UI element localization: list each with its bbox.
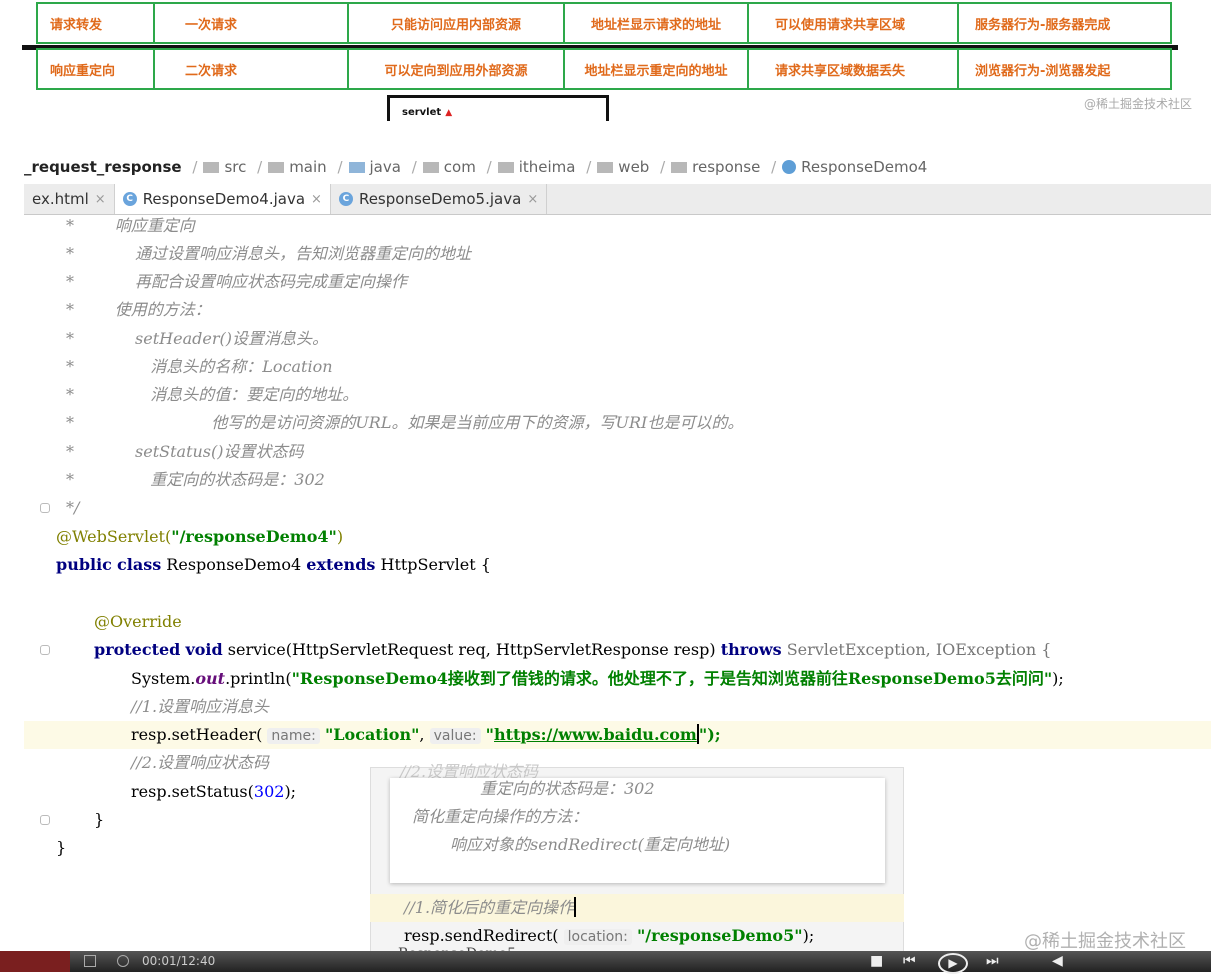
code-line: System.out.println("ResponseDemo4接收到了借钱的… — [131, 669, 1064, 688]
param-hint: value: — [429, 728, 481, 744]
breadcrumb-item[interactable]: web — [618, 158, 649, 176]
fold-icon[interactable] — [40, 645, 50, 655]
table-cell: 可以定向到应用外部资源 — [347, 48, 565, 90]
playlist-icon[interactable] — [84, 955, 96, 967]
prev-icon[interactable]: ⏮ — [903, 953, 916, 969]
code-line: * 通过设置响应消息头，告知浏览器重定向的地址 — [66, 244, 472, 263]
fold-icon[interactable] — [40, 815, 50, 825]
package-icon — [597, 162, 614, 173]
table-cell: 地址栏显示重定向的地址 — [563, 48, 749, 90]
volume-icon[interactable]: ◀ — [1052, 953, 1063, 969]
table-cell: 可以使用请求共享区域 — [747, 2, 959, 44]
code-line: * 他写的是访问资源的URL。如果是当前应用下的资源，写URI也是可以的。 — [66, 413, 744, 432]
folder-icon — [203, 162, 220, 173]
package-icon — [671, 162, 688, 173]
breadcrumb-item[interactable]: response — [692, 158, 760, 176]
table-cell: 服务器行为-服务器完成 — [957, 2, 1172, 44]
tab-index-html[interactable]: ex.html × — [24, 184, 115, 214]
close-icon[interactable]: × — [311, 192, 322, 207]
breadcrumb-item[interactable]: ResponseDemo4 — [801, 158, 927, 176]
tab-responsedemo5[interactable]: C ResponseDemo5.java × — [331, 184, 548, 214]
folder-icon — [348, 162, 365, 173]
watermark-top: @稀土掘金技术社区 — [1084, 97, 1193, 111]
tab-label: ex.html — [32, 190, 89, 208]
loop-icon[interactable] — [117, 955, 129, 967]
breadcrumb: _request_response / src / main / java / com … — [24, 158, 928, 176]
next-icon[interactable]: ⏭ — [986, 953, 999, 969]
table-cell: 二次请求 — [153, 48, 349, 90]
overlay-comment: 重定向的状态码是：302 — [480, 779, 655, 798]
text-cursor — [574, 897, 577, 917]
tab-label: ResponseDemo4.java — [142, 190, 306, 208]
code-line: * 响应重定向 — [66, 216, 195, 235]
overlay-comment: 简化重定向操作的方法： — [412, 807, 589, 826]
folder-icon — [268, 162, 285, 173]
code-line: //1.设置响应消息头 — [131, 697, 270, 716]
video-time: 00:01/12:40 — [142, 954, 216, 968]
video-control-bar: 00:01/12:40 ■ ⏮ ▶ ⏭ ◀ — [0, 951, 1211, 974]
param-hint: name: — [267, 728, 320, 744]
class-icon — [782, 160, 797, 174]
watermark: @稀土掘金技术社区 — [1024, 931, 1186, 952]
code-line: public class ResponseDemo4 extends HttpS… — [56, 555, 491, 574]
servlet-diagram-box: servlet ▲ — [387, 95, 609, 121]
package-icon — [422, 162, 439, 173]
current-line: resp.setHeader( name: "Location", value:… — [24, 721, 1211, 749]
editor-tabs: ex.html × C ResponseDemo4.java × C ResponseD… — [24, 184, 1211, 215]
overlay-current-line: //1.简化后的重定向操作 — [370, 894, 904, 922]
progress-indicator — [0, 951, 70, 972]
code-line: * 重定向的状态码是：302 — [66, 470, 325, 489]
package-icon — [497, 162, 514, 173]
servlet-label: servlet — [402, 107, 442, 118]
breadcrumb-project[interactable]: _request_response — [24, 158, 182, 176]
close-icon[interactable]: × — [95, 192, 106, 207]
code-line: * 再配合设置响应状态码完成重定向操作 — [66, 272, 408, 291]
stop-icon[interactable]: ■ — [870, 953, 883, 969]
table-cell: 响应重定向 — [36, 48, 155, 90]
table-cell: 请求共享区域数据丢失 — [747, 48, 959, 90]
breadcrumb-item[interactable]: com — [444, 158, 476, 176]
code-line: @WebServlet("/responseDemo4") — [56, 527, 344, 546]
code-line: * 消息头的值：要定向的地址。 — [66, 385, 359, 404]
overlay-comment: 响应对象的sendRedirect(重定向地址) — [450, 835, 731, 854]
code-line: * setStatus()设置状态码 — [66, 442, 304, 461]
breadcrumb-item[interactable]: java — [370, 158, 401, 176]
breadcrumb-item[interactable]: src — [224, 158, 246, 176]
table-cell: 只能访问应用内部资源 — [347, 2, 565, 44]
code-line: protected void service(HttpServletReques… — [94, 640, 1052, 659]
breadcrumb-item[interactable]: main — [289, 158, 326, 176]
class-icon: C — [122, 192, 137, 206]
close-icon[interactable]: × — [527, 192, 538, 207]
class-icon: C — [338, 192, 353, 206]
table-cell: 一次请求 — [153, 2, 349, 44]
fold-icon[interactable] — [40, 503, 50, 513]
play-icon[interactable]: ▶ — [938, 953, 968, 974]
code-line: * setHeader()设置消息头。 — [66, 329, 328, 348]
code-line: * 使用的方法： — [66, 300, 211, 319]
forward-row: 请求转发 一次请求 只能访问应用内部资源 地址栏显示请求的地址 可以使用请求共享… — [36, 2, 1172, 44]
table-cell: 请求转发 — [36, 2, 155, 44]
breadcrumb-item[interactable]: itheima — [519, 158, 576, 176]
code-line: * 消息头的名称：Location — [66, 357, 333, 376]
warning-icon: ▲ — [445, 108, 453, 118]
redirect-row: 响应重定向 二次请求 可以定向到应用外部资源 地址栏显示重定向的地址 请求共享区… — [36, 48, 1172, 90]
code-line: @Override — [94, 612, 182, 631]
tab-responsedemo4[interactable]: C ResponseDemo4.java × — [114, 184, 331, 214]
comparison-table: 请求转发 一次请求 只能访问应用内部资源 地址栏显示请求的地址 可以使用请求共享… — [22, 2, 1178, 90]
code-line: */ — [66, 498, 80, 517]
table-cell: 地址栏显示请求的地址 — [563, 2, 749, 44]
table-cell: 浏览器行为-浏览器发起 — [957, 48, 1172, 90]
tab-label: ResponseDemo5.java — [358, 190, 522, 208]
param-hint: location: — [563, 929, 632, 945]
